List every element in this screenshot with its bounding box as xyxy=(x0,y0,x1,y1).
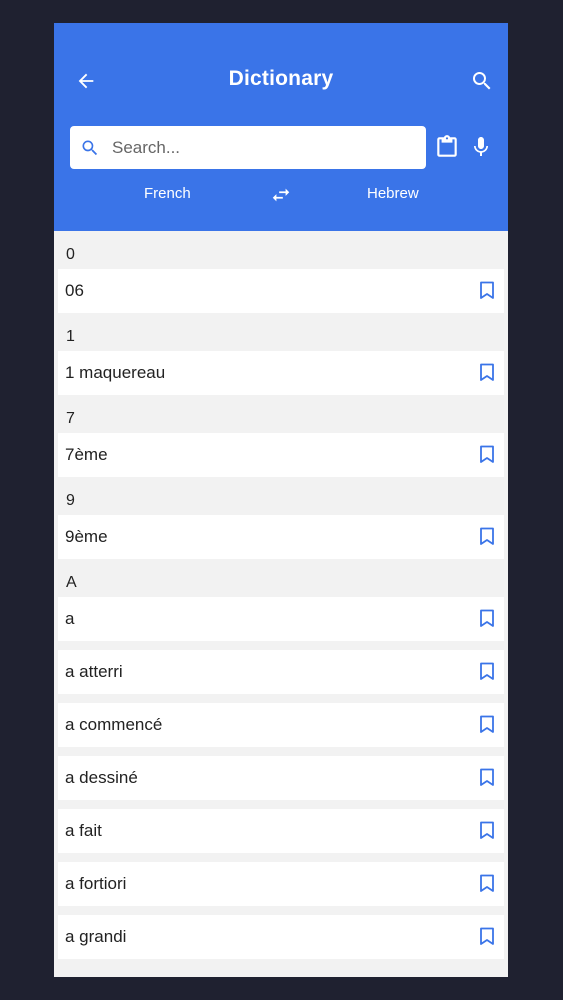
list-item[interactable]: a dessiné xyxy=(58,756,504,800)
bookmark-icon[interactable] xyxy=(479,445,497,465)
source-language[interactable]: French xyxy=(144,185,191,202)
bookmark-icon[interactable] xyxy=(479,527,497,547)
list-item-label: 7ème xyxy=(65,445,108,464)
swap-icon xyxy=(272,188,290,202)
list-item-label: 06 xyxy=(65,281,84,300)
app-screen: Dictionary French Hebrew 0 06 1 1 maquereau… xyxy=(54,23,508,977)
swap-languages-button[interactable] xyxy=(268,183,294,207)
list-item[interactable]: a fortiori xyxy=(58,862,504,906)
list-item[interactable]: 06 xyxy=(58,269,504,313)
bookmark-icon[interactable] xyxy=(479,363,497,383)
list-item-label: a fortiori xyxy=(65,874,127,893)
search-icon xyxy=(473,72,491,90)
list-item-label: a commencé xyxy=(65,715,163,734)
list-item-label: 9ème xyxy=(65,527,108,546)
bookmark-icon[interactable] xyxy=(479,821,497,841)
target-language[interactable]: Hebrew xyxy=(367,185,419,202)
bookmark-icon[interactable] xyxy=(479,768,497,788)
voice-input-button[interactable] xyxy=(466,130,496,164)
list-item-label: a grandi xyxy=(65,927,127,946)
app-header: Dictionary French Hebrew xyxy=(54,23,508,231)
list-item-label: a fait xyxy=(65,821,102,840)
search-input[interactable] xyxy=(112,137,402,158)
bookmark-icon[interactable] xyxy=(479,927,497,947)
search-field-icon xyxy=(80,138,100,158)
bookmark-icon[interactable] xyxy=(479,609,497,629)
section-header: A xyxy=(66,574,77,591)
list-item[interactable]: 7ème xyxy=(58,433,504,477)
clipboard-icon xyxy=(437,135,457,157)
search-field xyxy=(70,126,426,169)
list-item[interactable]: a xyxy=(58,597,504,641)
list-item[interactable]: 1 maquereau xyxy=(58,351,504,395)
section-header: 0 xyxy=(66,246,75,263)
list-item[interactable]: 9ème xyxy=(58,515,504,559)
list-item[interactable]: a commencé xyxy=(58,703,504,747)
list-item-label: a dessiné xyxy=(65,768,138,787)
bookmark-icon[interactable] xyxy=(479,662,497,682)
list-item-label: a atterri xyxy=(65,662,123,681)
list-item-label: a xyxy=(65,609,75,628)
bookmark-icon[interactable] xyxy=(479,281,497,301)
list-item[interactable]: a atterri xyxy=(58,650,504,694)
microphone-icon xyxy=(474,137,488,156)
search-button[interactable] xyxy=(464,63,500,99)
bookmark-icon[interactable] xyxy=(479,874,497,894)
paste-button[interactable] xyxy=(432,130,462,164)
page-title: Dictionary xyxy=(228,67,334,90)
list-item-label: 1 maquereau xyxy=(65,363,166,382)
word-list: 0 06 1 1 maquereau 7 7ème 9 9ème Aa a atterri a co… xyxy=(54,231,508,959)
section-header: 7 xyxy=(66,410,75,427)
section-header: 9 xyxy=(66,492,75,509)
section-header: 1 xyxy=(66,328,75,345)
list-item[interactable]: a grandi xyxy=(58,915,504,959)
bookmark-icon[interactable] xyxy=(479,715,497,735)
language-selector: French Hebrew xyxy=(54,183,508,207)
list-item[interactable]: a fait xyxy=(58,809,504,853)
